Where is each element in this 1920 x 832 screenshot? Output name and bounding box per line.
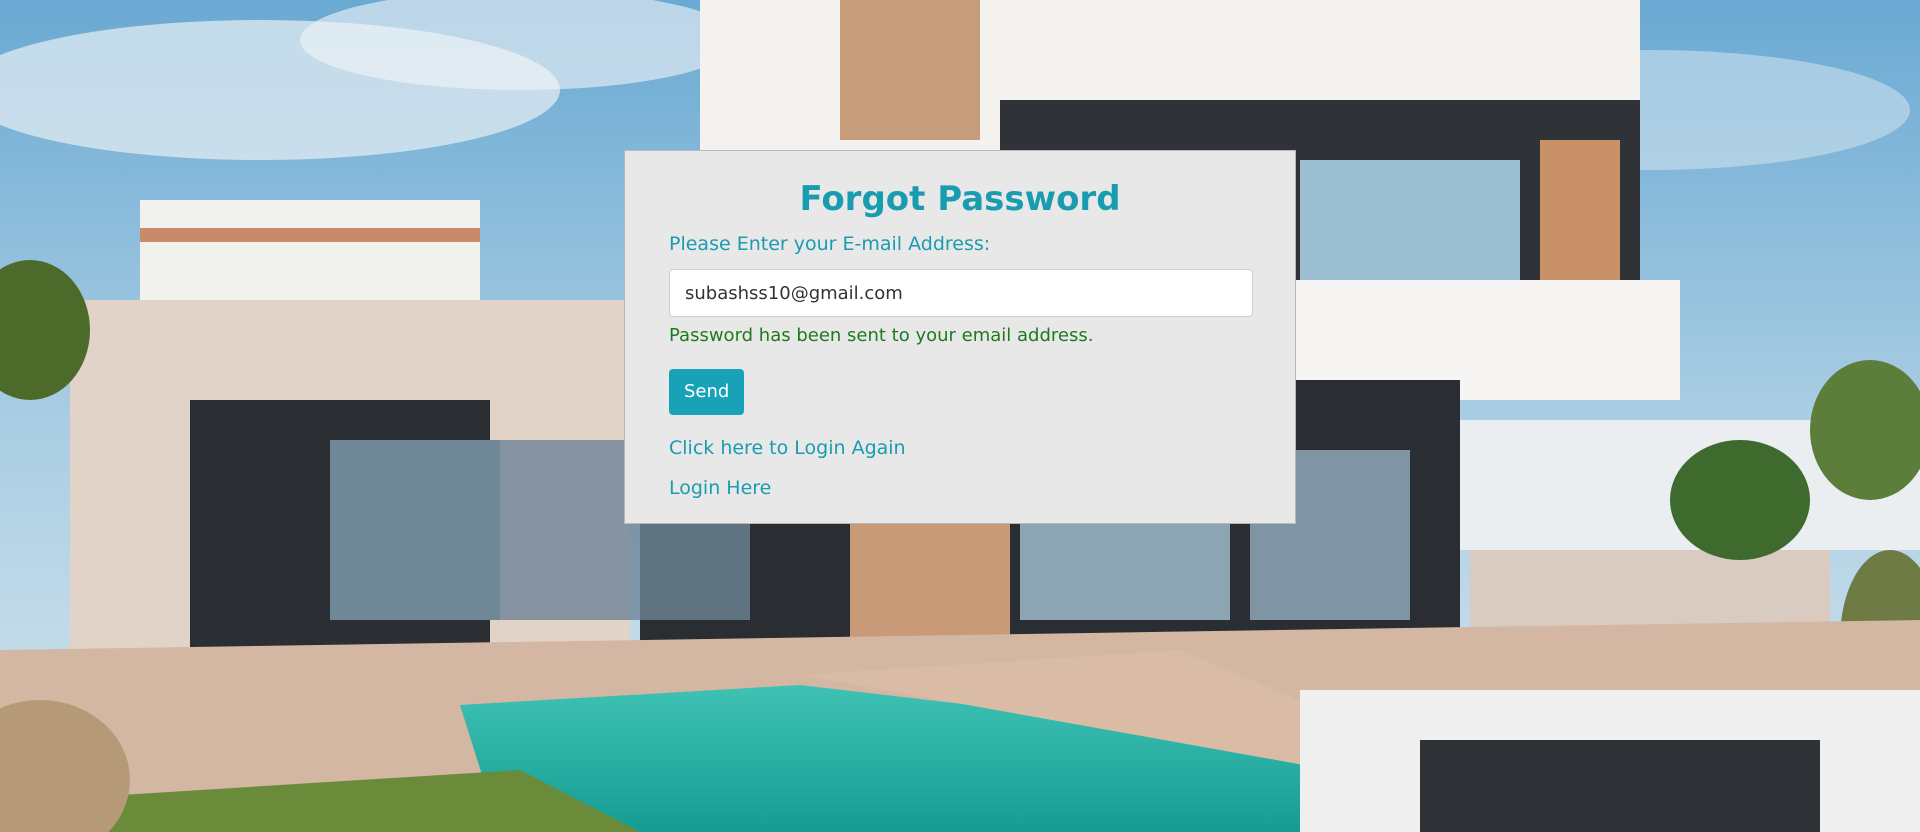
page: Forgot Password Please Enter your E-mail… xyxy=(0,0,1920,832)
forgot-password-card: Forgot Password Please Enter your E-mail… xyxy=(624,150,1296,524)
success-message: Password has been sent to your email add… xyxy=(669,325,1094,346)
page-title: Forgot Password xyxy=(799,179,1121,219)
email-input[interactable] xyxy=(669,269,1253,317)
email-prompt-label: Please Enter your E-mail Address: xyxy=(669,233,991,255)
login-again-link[interactable]: Click here to Login Again xyxy=(669,435,1251,461)
login-here-link[interactable]: Login Here xyxy=(669,475,1251,501)
send-button[interactable]: Send xyxy=(669,369,745,415)
